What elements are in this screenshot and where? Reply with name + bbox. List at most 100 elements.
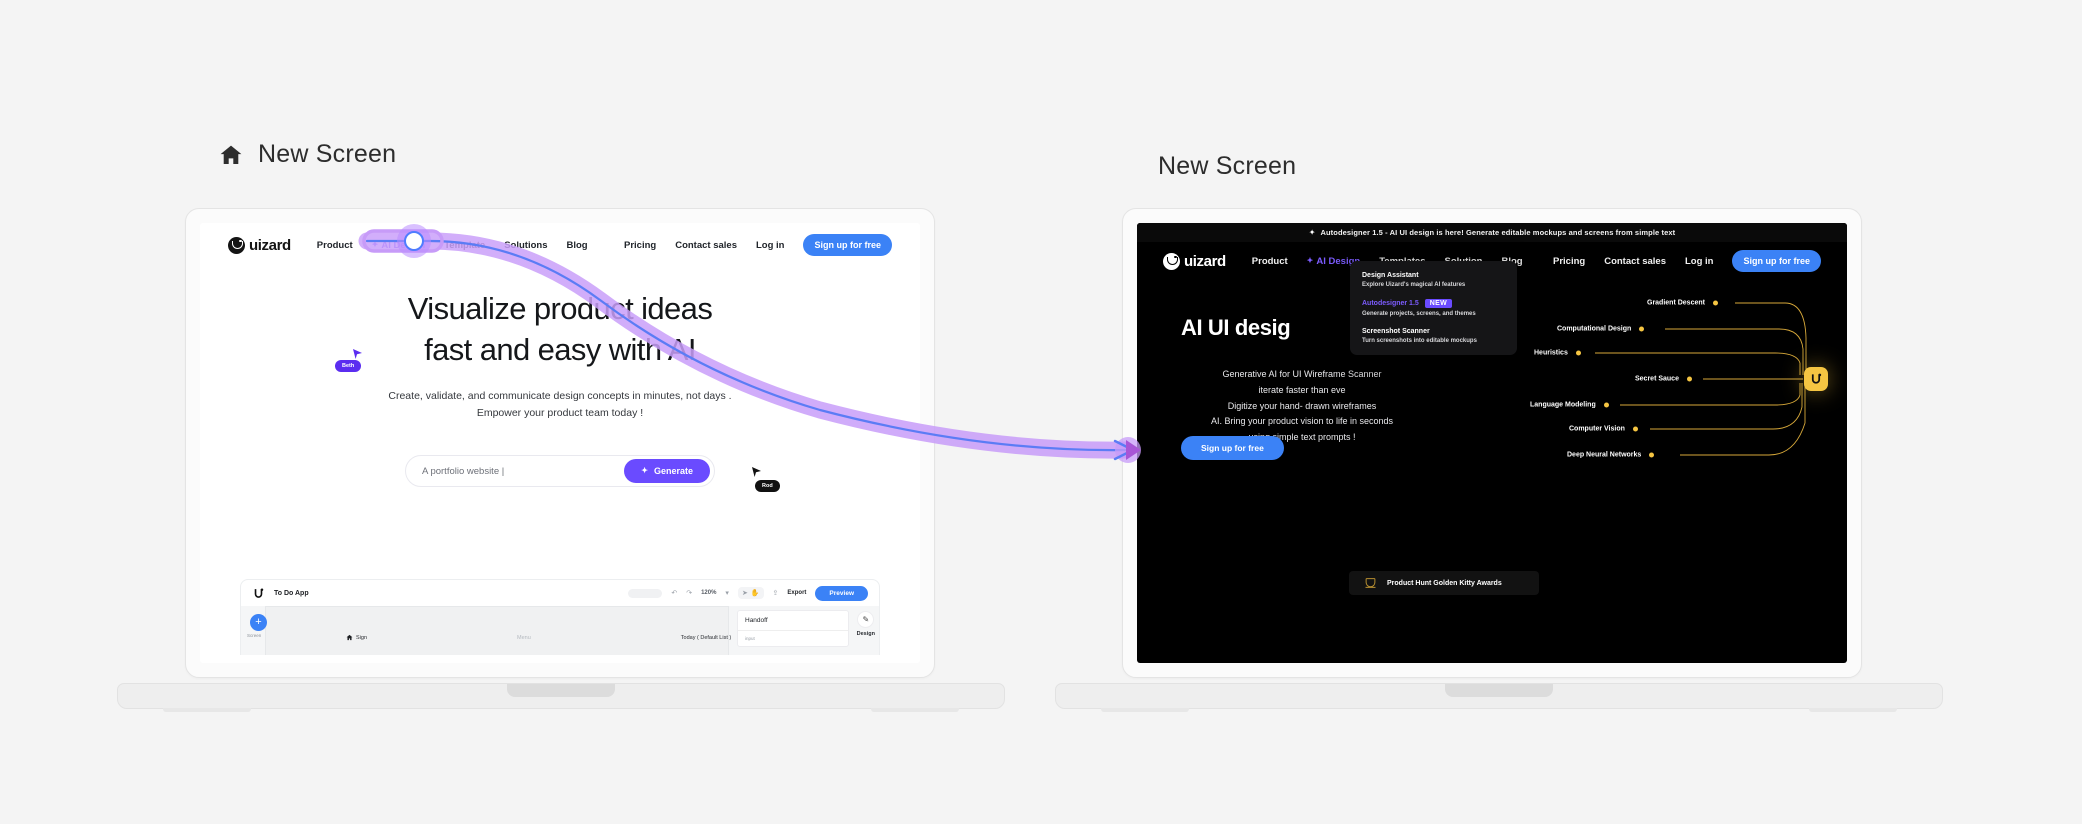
- cursor-rod: Rod: [752, 467, 780, 492]
- mindmap-node-deep-neural-networks[interactable]: Deep Neural Networks: [1567, 451, 1655, 459]
- laptop-lid-right: ✦ Autodesigner 1.5 - AI UI design is her…: [1122, 208, 1862, 678]
- home-icon: [346, 634, 353, 641]
- hero-sub-line-1: Create, validate, and communicate design…: [388, 389, 732, 402]
- undo-icon[interactable]: ↶: [671, 589, 677, 597]
- mockup-row-sign-label: Sign: [356, 634, 368, 641]
- mindmap-node-heuristics[interactable]: Heuristics: [1534, 350, 1581, 357]
- hero-subtext-left: Create, validate, and communicate design…: [200, 388, 920, 422]
- mockup-export-button[interactable]: Export: [787, 590, 806, 596]
- mockup-handoff-panel: Handoff input: [737, 610, 849, 647]
- share-icon[interactable]: ⇪: [773, 589, 779, 597]
- hero-headline-left: Visualize product ideas fast and easy wi…: [200, 289, 920, 371]
- nav-item-login[interactable]: Log in: [756, 240, 785, 251]
- uizard-logo-right[interactable]: uizard: [1163, 252, 1226, 270]
- nav-item-pricing[interactable]: Pricing: [1553, 256, 1585, 267]
- mindmap-node-dot: [1603, 402, 1609, 408]
- mockup-zoom-level[interactable]: 120%: [701, 590, 716, 596]
- dropdown-item-subtitle: Turn screenshots into editable mockups: [1362, 338, 1477, 344]
- laptop-base-notch: [1445, 684, 1553, 697]
- laptop-foot: [871, 708, 959, 712]
- prompt-bar[interactable]: ✦ Generate: [405, 455, 715, 487]
- prompt-input[interactable]: [422, 465, 625, 477]
- nav-item-product[interactable]: Product: [1252, 256, 1288, 267]
- mindmap-node-secret-sauce[interactable]: Secret Sauce: [1635, 376, 1692, 383]
- site-navbar-left: uizard Product ✦ AI Design Template Solu…: [200, 223, 920, 267]
- hero-sub-line-2: iterate faster than eve: [1258, 384, 1346, 395]
- frame-label-right[interactable]: New Screen: [1158, 152, 1296, 181]
- editor-canvas: New Screen uizard Product ✦ AI Design Te…: [0, 0, 2082, 824]
- dropdown-item-autodesigner[interactable]: Autodesigner 1.5 NEW Generate projects, …: [1362, 299, 1505, 317]
- laptop-foot: [163, 708, 251, 712]
- cursor-arrow-icon: [752, 467, 761, 477]
- mindmap-node-label: Gradient Descent: [1647, 299, 1705, 307]
- frame-label-text: New Screen: [1158, 152, 1297, 180]
- laptop-base-right: [1055, 683, 1943, 712]
- nav-item-contact-sales[interactable]: Contact sales: [675, 240, 737, 251]
- hero-subtext-right: Generative AI for UI Wireframe Scanner i…: [1177, 367, 1427, 446]
- signup-button-right[interactable]: Sign up for free: [1732, 250, 1821, 272]
- mindmap-node-computational-design[interactable]: Computational Design: [1557, 326, 1645, 333]
- product-hunt-label: Product Hunt Golden Kitty Awards: [1387, 579, 1502, 587]
- mindmap-node-label: Computer Vision: [1569, 425, 1625, 433]
- mindmap-node-computer-vision[interactable]: Computer Vision: [1569, 426, 1638, 433]
- nav-item-product[interactable]: Product: [317, 240, 353, 251]
- nav-right-left: Pricing Contact sales Log in Sign up for…: [624, 234, 892, 256]
- ai-design-dropdown: Design Assistant Explore Uizard's magica…: [1350, 261, 1517, 355]
- mindmap-node-language-modeling[interactable]: Language Modeling: [1530, 402, 1609, 409]
- mindmap-node-label: Language Modeling: [1530, 401, 1596, 409]
- nav-item-login[interactable]: Log in: [1685, 256, 1714, 267]
- mindmap-node-gradient-descent[interactable]: Gradient Descent: [1647, 300, 1718, 307]
- mindmap-hub-uizard-icon[interactable]: [1804, 367, 1828, 391]
- hero-sub-line-1: Generative AI for UI Wireframe Scanner: [1222, 369, 1382, 379]
- mockup-toolbar: To Do App ↶ ↷ 120% ▾ ➤ ✋ ⇪ Export Previe…: [241, 580, 879, 606]
- uizard-wordmark: uizard: [1184, 252, 1226, 270]
- laptop-foot: [1101, 708, 1189, 712]
- mindmap-node-dot: [1686, 376, 1692, 382]
- hero-signup-button[interactable]: Sign up for free: [1181, 436, 1284, 460]
- mockup-design-tool[interactable]: ✎ Design: [857, 611, 875, 637]
- add-screen-button[interactable]: +: [250, 614, 267, 631]
- connector-start-handle[interactable]: [404, 231, 424, 251]
- nav-item-solutions[interactable]: Solutions: [504, 240, 547, 251]
- product-hunt-badge[interactable]: Product Hunt Golden Kitty Awards: [1349, 571, 1539, 595]
- browser-viewport-right: ✦ Autodesigner 1.5 - AI UI design is her…: [1137, 223, 1847, 663]
- mockup-preview-button[interactable]: Preview: [815, 585, 868, 601]
- uizard-logo-left[interactable]: uizard: [228, 236, 291, 254]
- cursor-tool-icon[interactable]: ➤: [742, 589, 748, 597]
- browser-viewport-left: uizard Product ✦ AI Design Template Solu…: [200, 223, 920, 663]
- promo-banner[interactable]: ✦ Autodesigner 1.5 - AI UI design is her…: [1137, 223, 1847, 242]
- cursor-label-beth: Beth: [335, 360, 362, 372]
- frame-label-left[interactable]: New Screen: [218, 140, 396, 169]
- mockup-search-pill[interactable]: [628, 588, 663, 598]
- home-icon: [220, 145, 242, 164]
- nav-links-left: Product ✦ AI Design Template Solutions B…: [317, 240, 588, 251]
- mindmap-node-dot: [1575, 350, 1581, 356]
- dropdown-item-design-assistant[interactable]: Design Assistant Explore Uizard's magica…: [1362, 272, 1505, 288]
- redo-icon[interactable]: ↷: [686, 589, 692, 597]
- dropdown-item-title: Autodesigner 1.5: [1362, 300, 1419, 307]
- signup-button-left[interactable]: Sign up for free: [803, 234, 892, 256]
- nav-item-template[interactable]: Template: [444, 240, 485, 251]
- hero-section-left: Visualize product ideas fast and easy wi…: [200, 289, 920, 422]
- mockup-row-menu: Menu: [517, 634, 531, 641]
- mockup-handoff-input[interactable]: input: [738, 631, 848, 646]
- generate-button[interactable]: ✦ Generate: [624, 459, 710, 483]
- mockup-canvas: [265, 606, 729, 655]
- new-badge: NEW: [1424, 299, 1453, 308]
- chevron-down-icon[interactable]: ▾: [725, 589, 729, 597]
- mindmap-node-label: Heuristics: [1534, 349, 1568, 357]
- cursor-arrow-icon: [353, 349, 362, 359]
- nav-item-pricing[interactable]: Pricing: [624, 240, 656, 251]
- mockup-tool-group[interactable]: ➤ ✋: [737, 587, 764, 599]
- mockup-row-today: Today ( Default List ): [680, 634, 732, 641]
- dropdown-item-subtitle: Explore Uizard's magical AI features: [1362, 282, 1466, 288]
- dropdown-item-screenshot-scanner[interactable]: Screenshot Scanner Turn screenshots into…: [1362, 328, 1505, 344]
- uizard-mark-icon: [1811, 373, 1822, 384]
- sparkle-icon: ✦: [1308, 227, 1316, 237]
- nav-item-contact-sales[interactable]: Contact sales: [1604, 256, 1666, 267]
- nav-item-blog[interactable]: Blog: [566, 240, 587, 251]
- mockup-row-sign: Sign: [346, 634, 367, 641]
- cursor-beth: Beth: [335, 349, 362, 372]
- hand-tool-icon[interactable]: ✋: [751, 589, 760, 597]
- mindmap-node-label: Deep Neural Networks: [1567, 451, 1642, 459]
